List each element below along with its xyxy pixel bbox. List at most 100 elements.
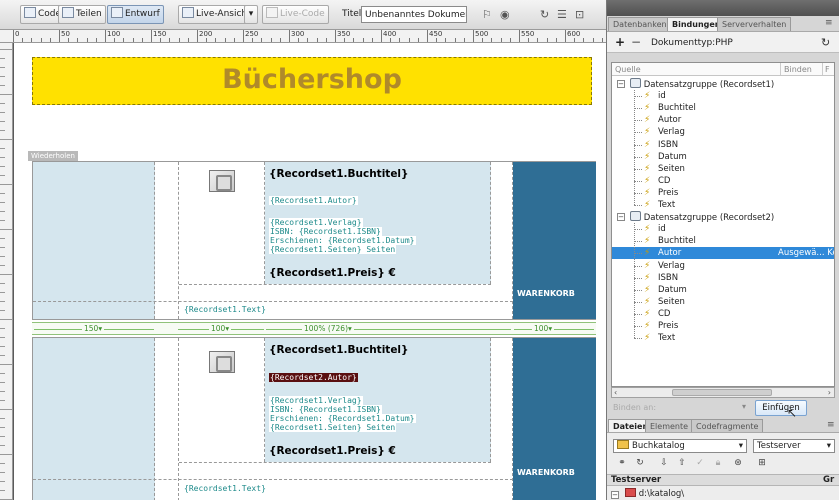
document-title-input[interactable] — [361, 6, 467, 23]
text-binding[interactable]: {Recordset1.Text} — [183, 305, 267, 314]
tab-snippets[interactable]: Codefragmente — [691, 419, 764, 432]
tab-server-behaviors[interactable]: Serververhalten — [717, 17, 792, 31]
collapse-icon[interactable]: − — [617, 213, 625, 222]
tab-assets[interactable]: Elemente — [645, 419, 694, 432]
column-format[interactable]: F — [825, 65, 830, 74]
live-view-dropdown[interactable]: ▾ — [244, 5, 258, 24]
left-cell[interactable] — [33, 162, 155, 319]
field-isbn[interactable]: ⚡ ISBN — [612, 139, 834, 151]
field-text[interactable]: ⚡ Text — [612, 332, 834, 344]
tree-horizontal-scrollbar[interactable]: ‹ › — [611, 387, 835, 398]
book-image-placeholder[interactable] — [209, 351, 235, 373]
field-buchtitel[interactable]: ⚡ Buchtitel — [612, 102, 834, 114]
pages-binding[interactable]: {Recordset1.Seiten} Seiten — [269, 423, 397, 432]
files-root-row[interactable]: − d:\katalog\ — [611, 488, 684, 499]
collapse-icon[interactable]: − — [617, 80, 625, 88]
left-cell[interactable] — [33, 338, 155, 500]
image-cell[interactable] — [179, 162, 265, 284]
table-total-width-label[interactable]: 100% (726)▾ — [302, 324, 354, 333]
field-cd[interactable]: ⚡ CD — [612, 175, 834, 187]
book-title-binding[interactable]: {Recordset1.Buchtitel} — [269, 168, 409, 180]
browser-check-icon[interactable]: ⚐ — [482, 8, 492, 21]
details-cell[interactable]: {Recordset1.Buchtitel} {Recordset1.Autor… — [265, 162, 491, 284]
cart-cell[interactable]: WARENKORB — [513, 162, 596, 319]
field-isbn[interactable]: ⚡ ISBN — [612, 272, 834, 284]
preview-globe-icon[interactable]: ◉ — [500, 8, 510, 21]
field-seiten[interactable]: ⚡ Seiten — [612, 163, 834, 175]
remove-binding-icon[interactable]: − — [631, 35, 641, 49]
put-files-icon[interactable]: ⇧ — [675, 457, 689, 469]
scrollbar-thumb[interactable] — [672, 389, 772, 396]
isbn-binding[interactable]: ISBN: {Recordset1.ISBN} — [269, 405, 382, 414]
column-bind[interactable]: Binden — [784, 65, 812, 74]
files-menu-icon[interactable]: ≡ — [827, 420, 835, 430]
field-verlag[interactable]: ⚡ Verlag — [612, 126, 834, 138]
header-banner[interactable]: Büchershop — [32, 57, 592, 105]
design-canvas[interactable]: Büchershop Wiederholen {Recordset1.Bucht… — [14, 43, 606, 500]
record-table[interactable]: {Recordset1.Buchtitel} {Recordset1.Autor… — [32, 161, 596, 320]
date-binding[interactable]: Erschienen: {Recordset1.Datum} — [269, 236, 416, 245]
visual-aids-icon[interactable]: ⊡ — [575, 8, 584, 21]
check-in-icon[interactable]: 🔒︎ — [711, 457, 725, 469]
price-binding[interactable]: {Recordset1.Preis} € — [269, 267, 396, 279]
field-id[interactable]: ⚡ id — [612, 90, 834, 102]
recordset-group-1[interactable]: − Datensatzgruppe (Recordset1) — [612, 78, 834, 90]
cart-cell[interactable]: WARENKORB — [513, 338, 596, 500]
pages-binding[interactable]: {Recordset1.Seiten} Seiten — [269, 245, 397, 254]
field-id[interactable]: ⚡ id — [612, 223, 834, 235]
field-cd[interactable]: ⚡ CD — [612, 308, 834, 320]
book-image-placeholder[interactable] — [209, 170, 235, 192]
check-out-icon[interactable]: ✓ — [693, 457, 707, 469]
field-seiten[interactable]: ⚡ Seiten — [612, 296, 834, 308]
bindings-tree[interactable]: Quelle Binden F − Datensatzgruppe (Recor… — [611, 62, 835, 387]
cart-label[interactable]: WARENKORB — [517, 289, 575, 298]
bind-to-dropdown[interactable]: ▾ — [742, 402, 746, 411]
date-binding[interactable]: Erschienen: {Recordset1.Datum} — [269, 414, 416, 423]
expand-icon[interactable]: ⊞ — [755, 457, 769, 469]
field-autor[interactable]: ⚡ Autor — [612, 114, 834, 126]
tab-databases[interactable]: Datenbanken — [608, 17, 672, 31]
panel-menu-icon[interactable]: ≡ — [825, 18, 833, 28]
price-binding[interactable]: {Recordset1.Preis} € — [269, 445, 396, 457]
connect-icon[interactable]: ⚭ — [615, 457, 629, 469]
field-preis[interactable]: ⚡ Preis — [612, 187, 834, 199]
spacer-cell[interactable] — [491, 162, 513, 319]
field-preis[interactable]: ⚡ Preis — [612, 320, 834, 332]
spacer-cell[interactable] — [155, 338, 179, 500]
repeat-region-tab[interactable]: Wiederholen — [28, 151, 78, 161]
server-select[interactable]: Testserver ▾ — [753, 439, 835, 453]
column-source[interactable]: Quelle — [615, 65, 641, 74]
refresh-icon[interactable]: ↻ — [821, 36, 830, 49]
sync-icon[interactable]: ⊛ — [731, 457, 745, 469]
split-view-button[interactable]: Teilen — [58, 5, 106, 24]
spacer-cell[interactable] — [491, 338, 513, 500]
get-files-icon[interactable]: ⇩ — [657, 457, 671, 469]
field-autor[interactable]: ⚡ Autor Ausgewä... Ke — [612, 247, 834, 260]
view-options-icon[interactable]: ☰ — [557, 8, 567, 21]
refresh-icon[interactable]: ↻ — [633, 457, 647, 469]
insert-button[interactable]: Einfügen — [755, 400, 807, 416]
field-text[interactable]: ⚡ Text — [612, 199, 834, 211]
image-cell[interactable] — [179, 338, 265, 462]
field-verlag[interactable]: ⚡ Verlag — [612, 260, 834, 272]
field-buchtitel[interactable]: ⚡ Buchtitel — [612, 235, 834, 247]
cart-label[interactable]: WARENKORB — [517, 468, 575, 477]
site-select[interactable]: Buchkatalog ▾ — [613, 439, 747, 453]
field-datum[interactable]: ⚡ Datum — [612, 284, 834, 296]
book-title-binding[interactable]: {Recordset1.Buchtitel} — [269, 344, 409, 356]
add-binding-icon[interactable]: + — [615, 35, 625, 49]
refresh-icon[interactable]: ↻ — [540, 8, 549, 21]
spacer-cell[interactable] — [155, 162, 179, 319]
collapse-icon[interactable]: − — [611, 491, 619, 499]
live-code-button[interactable]: Live-Code — [262, 5, 329, 24]
text-binding[interactable]: {Recordset1.Text} — [183, 484, 267, 493]
design-view-button[interactable]: Entwurf — [107, 5, 164, 24]
record-table[interactable]: {Recordset1.Buchtitel} {Recordset2.Autor… — [32, 337, 596, 500]
field-datum[interactable]: ⚡ Datum — [612, 151, 834, 163]
publisher-binding[interactable]: {Recordset1.Verlag} — [269, 396, 363, 405]
publisher-binding[interactable]: {Recordset1.Verlag} — [269, 218, 363, 227]
isbn-binding[interactable]: ISBN: {Recordset1.ISBN} — [269, 227, 382, 236]
recordset-group-2[interactable]: − Datensatzgruppe (Recordset2) — [612, 211, 834, 223]
details-cell[interactable]: {Recordset1.Buchtitel} {Recordset2.Autor… — [265, 338, 491, 462]
author-binding[interactable]: {Recordset1.Autor} — [269, 196, 358, 205]
